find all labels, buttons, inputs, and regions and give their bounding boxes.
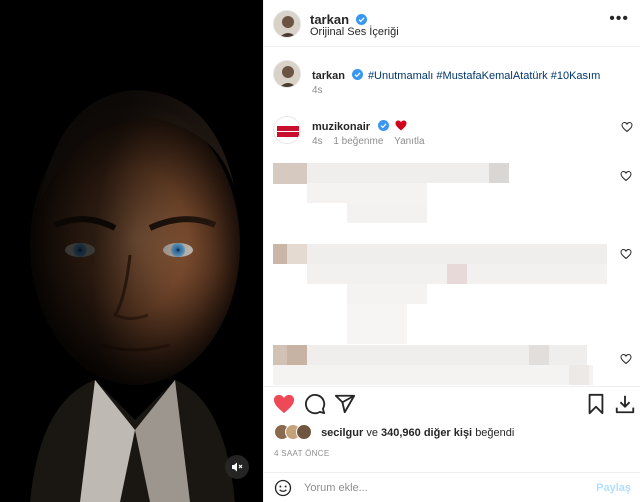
portrait-image — [0, 0, 263, 502]
author-avatar[interactable] — [273, 10, 301, 38]
caption-username[interactable]: tarkan — [312, 70, 345, 82]
post-comment-button[interactable]: Paylaş — [596, 482, 631, 494]
post-timestamp: 4 SAAT ÖNCE — [274, 449, 330, 458]
mute-icon — [232, 462, 243, 472]
verified-icon — [377, 120, 389, 131]
share-icon[interactable] — [334, 393, 356, 415]
avatar-image — [274, 11, 300, 37]
reply-button[interactable]: Yanıtla — [394, 136, 424, 147]
comment-like-icon[interactable] — [621, 121, 633, 133]
avatar-image — [274, 117, 300, 143]
verified-icon — [356, 14, 368, 25]
action-bar — [264, 386, 640, 418]
comment-like-icon[interactable] — [620, 248, 632, 260]
likes-count[interactable]: 340,960 diğer kişi — [381, 427, 472, 439]
comment-bar: Paylaş — [264, 472, 640, 502]
comment-like-icon[interactable] — [620, 353, 632, 365]
emoji-icon[interactable] — [274, 479, 292, 497]
comment-time: 4s — [312, 136, 323, 147]
heart-icon[interactable] — [273, 393, 295, 415]
mute-button[interactable] — [225, 455, 249, 479]
comment-like-icon[interactable] — [620, 170, 632, 182]
comment-input[interactable] — [304, 479, 584, 497]
liker-avatars — [274, 424, 318, 440]
download-icon[interactable] — [614, 393, 636, 415]
post-panel: tarkan Orijinal Ses İçeriği ••• tarkan #… — [263, 0, 640, 502]
caption-avatar[interactable] — [273, 60, 301, 88]
avatar-image — [274, 61, 300, 87]
likes-connector: ve — [366, 427, 378, 439]
post-header: tarkan Orijinal Ses İçeriği ••• — [264, 0, 640, 47]
more-icon: ••• — [609, 10, 629, 27]
likes-suffix: beğendi — [475, 427, 515, 439]
first-liker[interactable]: secilgur — [321, 427, 363, 439]
audio-label[interactable]: Orijinal Ses İçeriği — [310, 26, 399, 38]
commenter-avatar[interactable] — [273, 116, 301, 144]
comment-item: muzikonair 4s 1 beğenme Yanıtla — [264, 114, 640, 150]
caption-hashtags[interactable]: #Unutmamalı #MustafaKemalAtatürk #10Kası… — [368, 70, 600, 82]
more-button[interactable]: ••• — [609, 11, 629, 27]
author-username[interactable]: tarkan — [310, 12, 349, 27]
caption-time: 4s — [312, 85, 323, 96]
commenter-username[interactable]: muzikonair — [312, 121, 370, 133]
likes-summary: secilgur ve 340,960 diğer kişi beğendi — [274, 424, 514, 442]
save-icon[interactable] — [585, 393, 607, 415]
comment-icon[interactable] — [304, 393, 326, 415]
verified-icon — [352, 69, 364, 80]
comment-likes[interactable]: 1 beğenme — [333, 136, 383, 147]
post-media[interactable] — [0, 0, 263, 502]
red-heart-emoji-icon — [395, 120, 407, 131]
